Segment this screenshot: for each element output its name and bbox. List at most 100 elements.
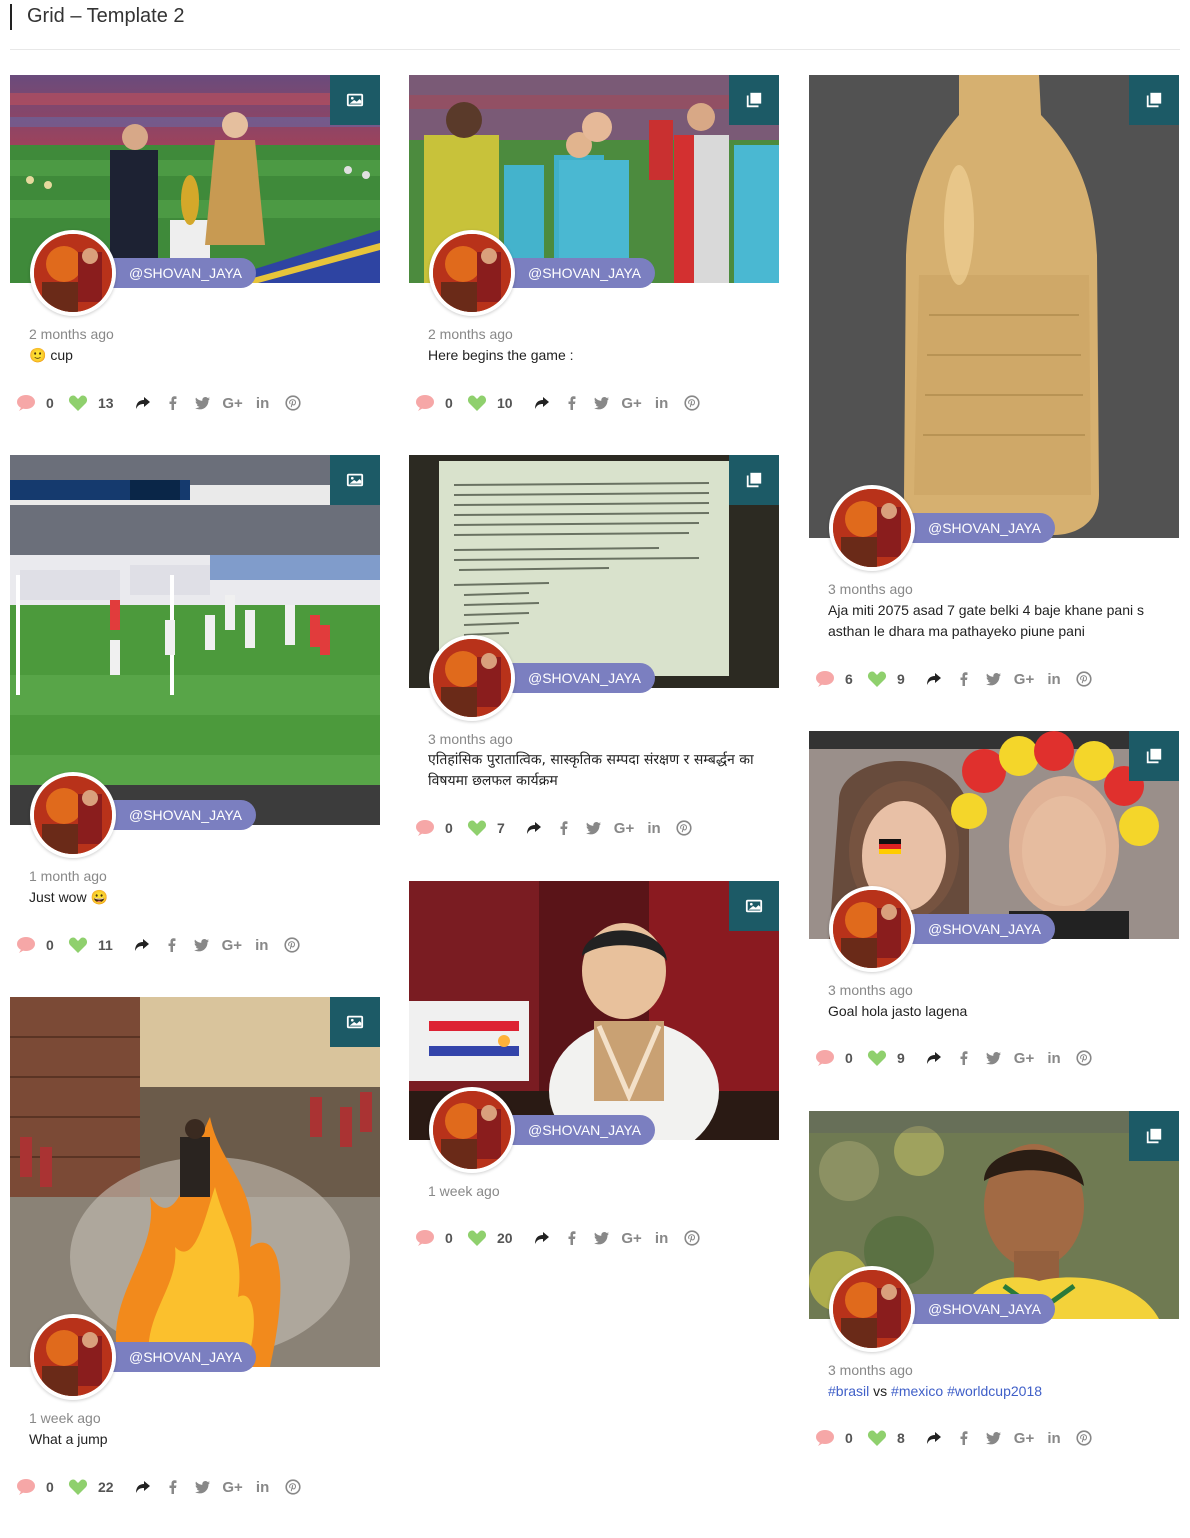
share-arrow-icon[interactable] (919, 1046, 949, 1070)
google-plus-icon[interactable]: G+ (218, 391, 248, 415)
comment-bubble-icon[interactable] (16, 936, 36, 954)
twitter-icon[interactable] (188, 1475, 218, 1499)
share-arrow-icon[interactable] (519, 816, 549, 840)
post-media[interactable]: @SHOVAN_JAYA (10, 997, 380, 1400)
comment-bubble-icon[interactable] (415, 819, 435, 837)
facebook-icon[interactable] (157, 933, 187, 957)
linkedin-icon[interactable]: in (247, 933, 277, 957)
google-plus-icon[interactable]: G+ (218, 1475, 248, 1499)
gallery-type-badge[interactable] (729, 75, 779, 125)
share-arrow-icon[interactable] (128, 1475, 158, 1499)
pinterest-icon[interactable] (1069, 1046, 1099, 1070)
heart-icon[interactable] (467, 1229, 487, 1247)
comment-bubble-icon[interactable] (415, 394, 435, 412)
heart-icon[interactable] (68, 936, 88, 954)
avatar[interactable] (429, 230, 515, 316)
linkedin-icon[interactable]: in (647, 391, 677, 415)
google-plus-icon[interactable]: G+ (1009, 667, 1039, 691)
pinterest-icon[interactable] (277, 933, 307, 957)
image-type-badge[interactable] (729, 881, 779, 931)
avatar[interactable] (30, 772, 116, 858)
comment-bubble-icon[interactable] (16, 394, 36, 412)
post-photo[interactable] (10, 455, 380, 825)
post-photo[interactable] (10, 997, 380, 1367)
pinterest-icon[interactable] (677, 391, 707, 415)
post-photo[interactable] (809, 75, 1179, 538)
twitter-icon[interactable] (587, 391, 617, 415)
facebook-icon[interactable] (158, 1475, 188, 1499)
share-arrow-icon[interactable] (127, 933, 157, 957)
avatar[interactable] (829, 886, 915, 972)
gallery-type-badge[interactable] (1129, 75, 1179, 125)
google-plus-icon[interactable]: G+ (217, 933, 247, 957)
comment-bubble-icon[interactable] (16, 1478, 36, 1496)
comment-bubble-icon[interactable] (815, 1049, 835, 1067)
heart-icon[interactable] (467, 819, 487, 837)
share-arrow-icon[interactable] (919, 1426, 949, 1450)
post-media[interactable]: @SHOVAN_JAYA (809, 731, 1179, 972)
pinterest-icon[interactable] (1069, 1426, 1099, 1450)
linkedin-icon[interactable]: in (248, 391, 278, 415)
avatar[interactable] (30, 1314, 116, 1400)
image-type-badge[interactable] (330, 997, 380, 1047)
heart-icon[interactable] (867, 1429, 887, 1447)
comment-bubble-icon[interactable] (415, 1229, 435, 1247)
post-media[interactable]: @SHOVAN_JAYA (809, 1111, 1179, 1352)
comment-bubble-icon[interactable] (815, 670, 835, 688)
linkedin-icon[interactable]: in (1039, 1046, 1069, 1070)
facebook-icon[interactable] (949, 667, 979, 691)
share-arrow-icon[interactable] (128, 391, 158, 415)
post-media[interactable]: @SHOVAN_JAYA (409, 881, 779, 1173)
avatar[interactable] (829, 485, 915, 571)
pinterest-icon[interactable] (677, 1226, 707, 1250)
gallery-type-badge[interactable] (729, 455, 779, 505)
twitter-icon[interactable] (187, 933, 217, 957)
facebook-icon[interactable] (557, 391, 587, 415)
pinterest-icon[interactable] (1069, 667, 1099, 691)
google-plus-icon[interactable]: G+ (617, 391, 647, 415)
post-media[interactable]: @SHOVAN_JAYA (409, 455, 779, 721)
heart-icon[interactable] (867, 670, 887, 688)
gallery-type-badge[interactable] (1129, 1111, 1179, 1161)
linkedin-icon[interactable]: in (1039, 667, 1069, 691)
comment-bubble-icon[interactable] (815, 1429, 835, 1447)
heart-icon[interactable] (867, 1049, 887, 1067)
hashtag-link[interactable]: #mexico (891, 1383, 943, 1399)
heart-icon[interactable] (68, 394, 88, 412)
twitter-icon[interactable] (979, 667, 1009, 691)
facebook-icon[interactable] (557, 1226, 587, 1250)
google-plus-icon[interactable]: G+ (609, 816, 639, 840)
linkedin-icon[interactable]: in (1039, 1426, 1069, 1450)
facebook-icon[interactable] (158, 391, 188, 415)
pinterest-icon[interactable] (669, 816, 699, 840)
twitter-icon[interactable] (979, 1426, 1009, 1450)
post-media[interactable]: @SHOVAN_JAYA (10, 455, 380, 858)
twitter-icon[interactable] (979, 1046, 1009, 1070)
share-arrow-icon[interactable] (919, 667, 949, 691)
linkedin-icon[interactable]: in (647, 1226, 677, 1250)
avatar[interactable] (429, 1087, 515, 1173)
post-media[interactable]: @SHOVAN_JAYA (10, 75, 380, 316)
avatar[interactable] (429, 635, 515, 721)
linkedin-icon[interactable]: in (248, 1475, 278, 1499)
facebook-icon[interactable] (549, 816, 579, 840)
facebook-icon[interactable] (949, 1046, 979, 1070)
avatar[interactable] (829, 1266, 915, 1352)
google-plus-icon[interactable]: G+ (617, 1226, 647, 1250)
google-plus-icon[interactable]: G+ (1009, 1046, 1039, 1070)
pinterest-icon[interactable] (278, 1475, 308, 1499)
pinterest-icon[interactable] (278, 391, 308, 415)
hashtag-link[interactable]: #brasil (828, 1383, 869, 1399)
google-plus-icon[interactable]: G+ (1009, 1426, 1039, 1450)
share-arrow-icon[interactable] (527, 391, 557, 415)
twitter-icon[interactable] (188, 391, 218, 415)
share-arrow-icon[interactable] (527, 1226, 557, 1250)
hashtag-link[interactable]: #worldcup2018 (947, 1383, 1042, 1399)
image-type-badge[interactable] (330, 75, 380, 125)
post-media[interactable]: @SHOVAN_JAYA (409, 75, 779, 316)
twitter-icon[interactable] (587, 1226, 617, 1250)
linkedin-icon[interactable]: in (639, 816, 669, 840)
heart-icon[interactable] (467, 394, 487, 412)
heart-icon[interactable] (68, 1478, 88, 1496)
post-media[interactable]: @SHOVAN_JAYA (809, 75, 1179, 571)
